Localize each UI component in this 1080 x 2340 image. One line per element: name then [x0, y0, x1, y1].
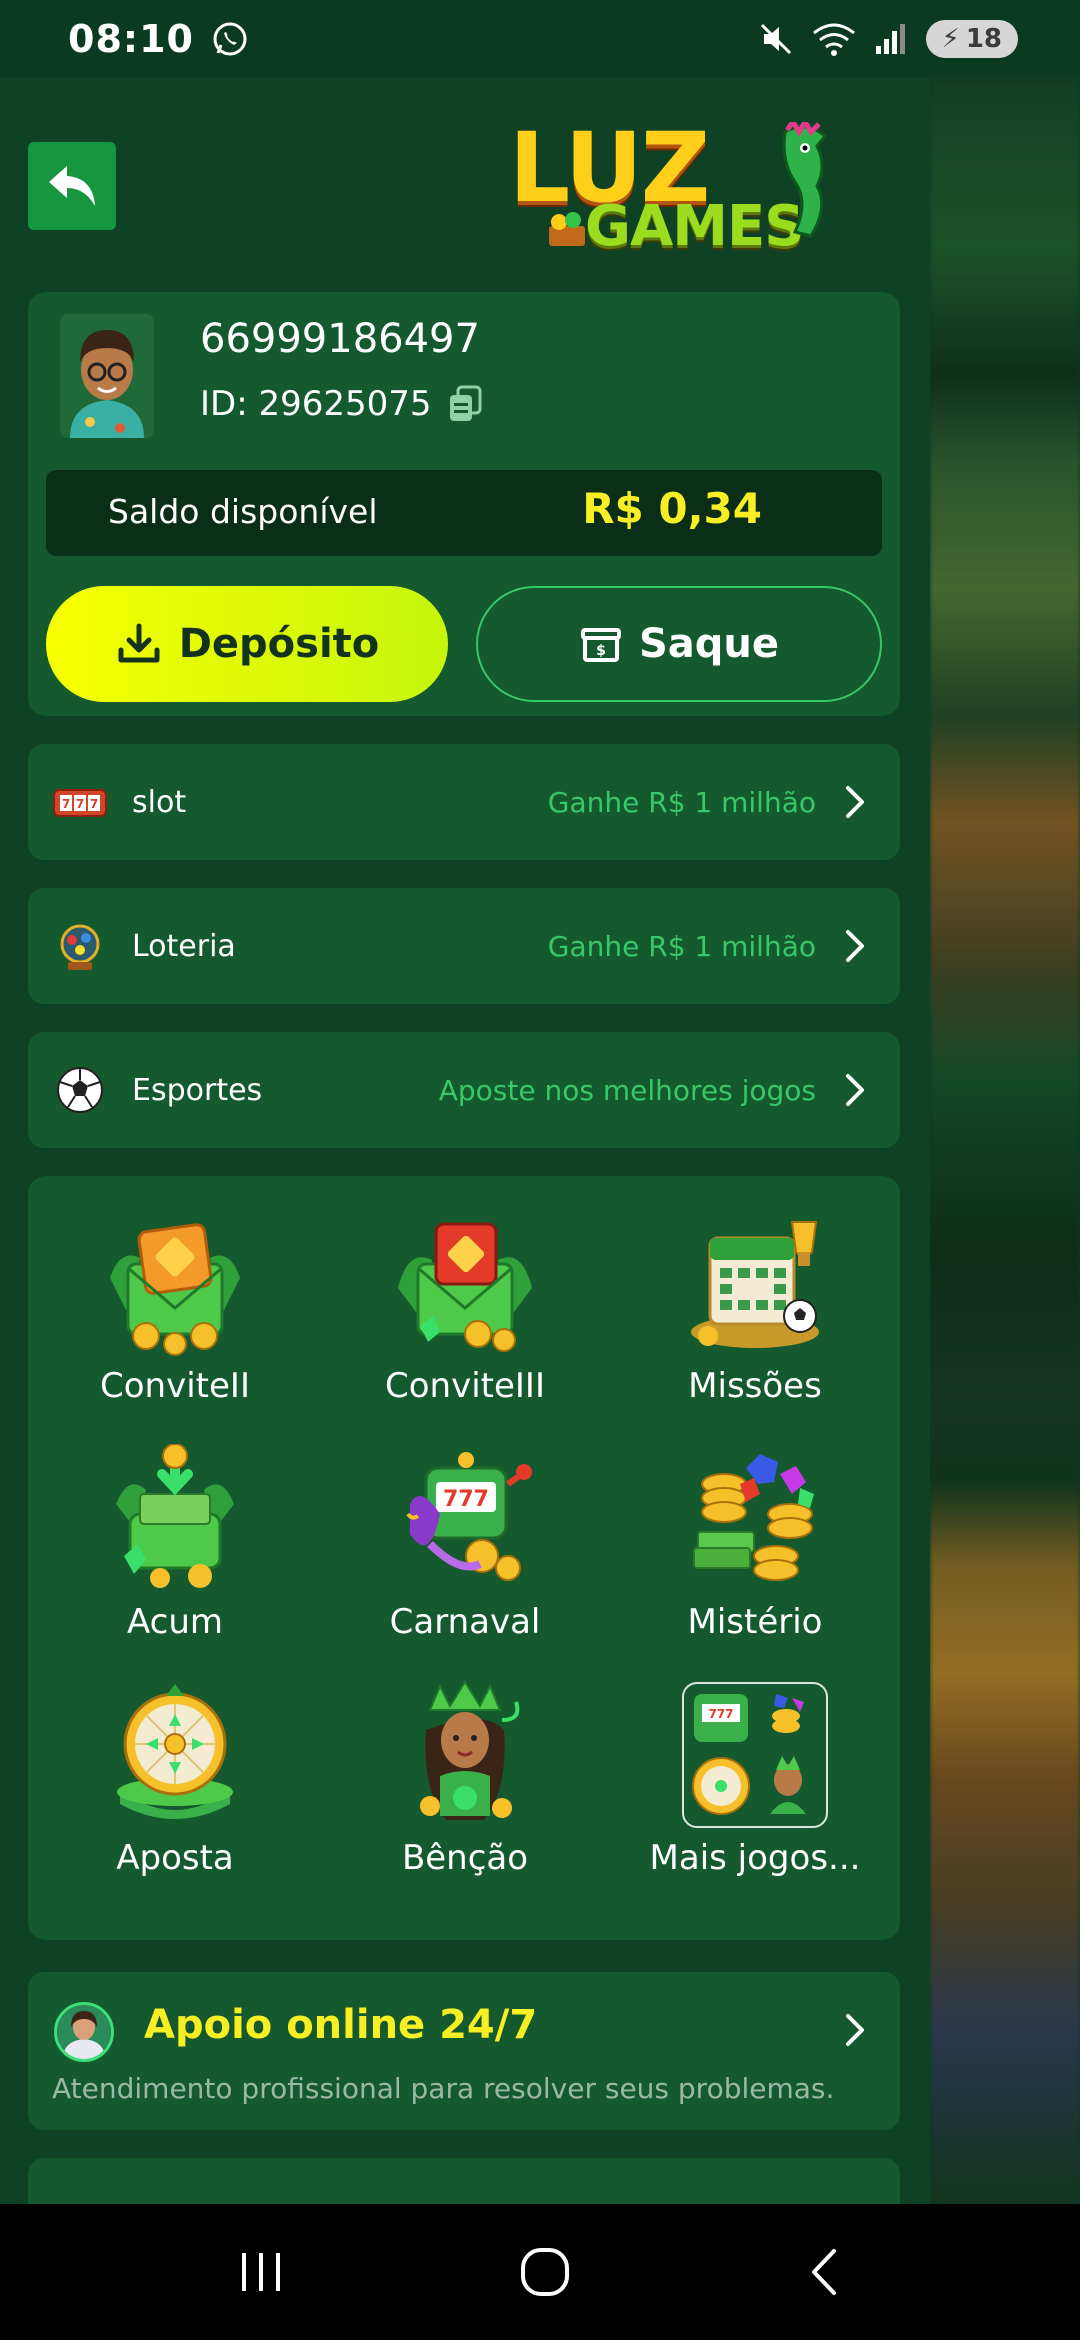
category-row-esportes[interactable]: Esportes Aposte nos melhores jogos: [28, 1032, 900, 1148]
back-icon[interactable]: [804, 2245, 844, 2299]
chevron-right-icon: [846, 786, 864, 818]
recent-apps-icon[interactable]: [236, 2247, 286, 2297]
support-agent-icon: [57, 2005, 111, 2059]
feature-label: Carnaval: [389, 1602, 541, 1642]
user-id-text: ID: 29625075: [200, 384, 432, 424]
support-avatar: [54, 2002, 114, 2062]
balance-value: R$ 0,34: [582, 484, 762, 533]
support-subtitle: Atendimento profissional para resolver s…: [52, 2072, 835, 2105]
status-time: 08:10: [68, 17, 194, 61]
feature-grid: ConviteII ConviteIII Missões Acum 777 Ca…: [28, 1176, 900, 1940]
feature-label: Mais jogos...: [649, 1838, 861, 1878]
feature-label: ConviteII: [100, 1366, 250, 1406]
balance-bar: Saldo disponível R$ 0,34: [46, 470, 882, 556]
charging-icon: ⚡: [941, 24, 960, 54]
invite-envelope-red-icon: [398, 1222, 532, 1352]
soccer-ball-icon: [52, 1062, 108, 1118]
reply-arrow-icon: [49, 166, 95, 206]
more-games-icon: 777: [682, 1682, 828, 1828]
feature-convite-ii[interactable]: ConviteII: [48, 1208, 298, 1428]
cash-register-icon: $: [580, 628, 621, 662]
category-label: Esportes: [132, 1072, 263, 1108]
feature-label: Aposta: [116, 1838, 234, 1878]
feature-aposta[interactable]: Aposta: [48, 1680, 298, 1900]
feature-label: ConviteIII: [385, 1366, 545, 1406]
status-icons: ⚡ 18: [758, 20, 1018, 58]
next-menu-card[interactable]: [28, 2158, 900, 2204]
user-phone-number: 66999186497: [200, 316, 480, 362]
chevron-right-icon: [846, 1074, 864, 1106]
mystery-coins-icon: [693, 1454, 814, 1581]
feature-misterio[interactable]: Mistério: [628, 1444, 878, 1664]
category-promo: Ganhe R$ 1 milhão: [547, 785, 816, 819]
carnival-slot-icon: 777: [406, 1452, 532, 1581]
blessing-goddess-icon: [420, 1680, 520, 1820]
missions-calendar-icon: [691, 1221, 819, 1348]
feature-more-games[interactable]: 777 Mais jogos...: [628, 1680, 878, 1900]
withdraw-label: Saque: [638, 621, 780, 667]
status-bar: 08:10 ⚡ 18: [0, 0, 1080, 78]
feature-label: Acum: [126, 1602, 224, 1642]
wifi-icon: [812, 23, 855, 56]
system-nav-bar: [0, 2204, 1080, 2340]
feature-label: Missões: [688, 1366, 822, 1406]
lottery-icon: [52, 918, 108, 974]
feature-label: Mistério: [687, 1602, 823, 1642]
signal-icon: [875, 24, 905, 54]
side-drawer: LUZ GAMES 66999186497 ID: 29625075 Saldo…: [0, 78, 930, 2204]
category-row-slot[interactable]: 7 7 7 slot Ganhe R$ 1 milhão: [28, 744, 900, 860]
luz-games-logo: LUZ GAMES: [505, 102, 845, 262]
deposit-button[interactable]: Depósito: [46, 586, 448, 702]
support-title: Apoio online 24/7: [144, 2002, 538, 2048]
chevron-right-icon: [846, 2014, 864, 2046]
category-label: slot: [132, 784, 187, 820]
home-icon[interactable]: [518, 2245, 572, 2299]
svg-text:7: 7: [90, 797, 98, 811]
back-button[interactable]: [28, 142, 116, 230]
feature-missoes[interactable]: Missões: [628, 1208, 878, 1428]
deposit-label: Depósito: [178, 621, 380, 667]
support-card[interactable]: Apoio online 24/7 Atendimento profission…: [28, 1972, 900, 2130]
mute-icon: [760, 23, 791, 55]
feature-carnaval[interactable]: 777 Carnaval: [338, 1444, 588, 1664]
user-profile-card: 66999186497 ID: 29625075 Saldo disponíve…: [28, 292, 900, 716]
svg-text:7: 7: [62, 797, 70, 811]
feature-acum[interactable]: Acum: [48, 1444, 298, 1664]
svg-text:777: 777: [443, 1487, 489, 1512]
avatar[interactable]: [60, 314, 154, 438]
slot-machine-icon: 7 7 7: [52, 774, 108, 830]
background-content-overlay[interactable]: [930, 78, 1080, 2204]
user-avatar-icon: [60, 314, 154, 438]
svg-text:$: $: [596, 643, 606, 659]
feature-convite-iii[interactable]: ConviteIII: [338, 1208, 588, 1428]
treasure-icon: [549, 212, 585, 246]
user-id-row: ID: 29625075: [200, 384, 484, 424]
battery-level: 18: [965, 24, 1002, 54]
download-icon: [118, 623, 160, 663]
category-label: Loteria: [132, 928, 236, 964]
invite-envelope-icon: [110, 1223, 240, 1356]
category-promo: Ganhe R$ 1 milhão: [547, 929, 816, 963]
withdraw-button[interactable]: $ Saque: [476, 586, 882, 702]
bet-wheel-icon: [117, 1684, 233, 1819]
balance-label: Saldo disponível: [108, 492, 378, 531]
copy-icon[interactable]: [446, 385, 484, 423]
feature-bencao[interactable]: Bênção: [338, 1680, 588, 1900]
category-row-loteria[interactable]: Loteria Ganhe R$ 1 milhão: [28, 888, 900, 1004]
accumulate-wallet-icon: [116, 1444, 234, 1588]
category-promo: Aposte nos melhores jogos: [438, 1073, 816, 1107]
whatsapp-icon: [213, 22, 247, 56]
chevron-right-icon: [846, 930, 864, 962]
feature-label: Bênção: [401, 1838, 529, 1878]
battery-indicator: ⚡ 18: [925, 20, 1018, 58]
svg-text:777: 777: [708, 1707, 733, 1721]
svg-text:7: 7: [76, 797, 84, 811]
dragon-mascot-icon: [782, 122, 828, 238]
